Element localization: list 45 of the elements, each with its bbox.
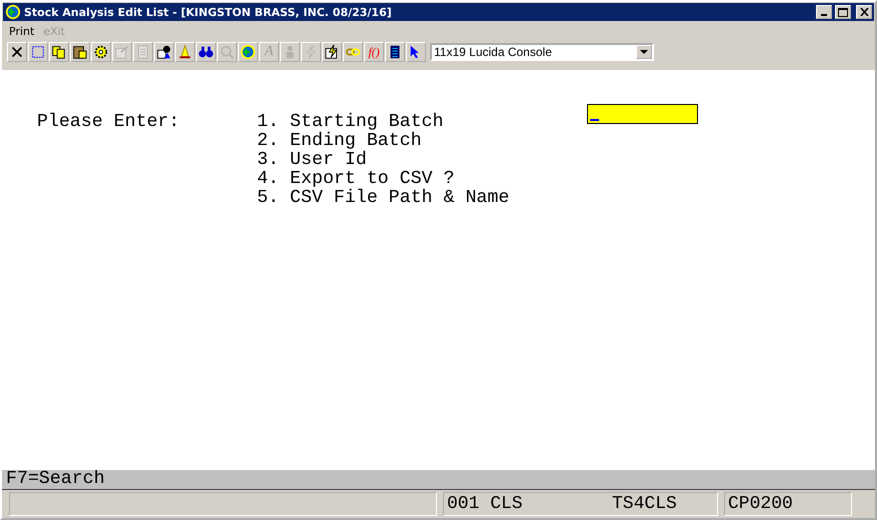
toolbar-button[interactable] [154, 42, 174, 62]
menu-option: 2. Ending Batch [257, 132, 587, 151]
toolbar-button[interactable] [28, 42, 48, 62]
app-globe-icon [5, 4, 21, 20]
input-field[interactable] [587, 104, 698, 124]
status-text: TS4CLS [611, 493, 677, 515]
lightning-document-icon [324, 44, 340, 60]
window-title: Stock Analysis Edit List - [KINGSTON BRASS, INC. 08/23/16] [24, 6, 393, 18]
toolbar-button[interactable] [322, 42, 342, 62]
person-document-icon [156, 44, 172, 60]
menu-item[interactable]: Print [9, 24, 34, 38]
menu-option: 5. CSV File Path & Name [257, 189, 587, 208]
menu-option: 4. Export to CSV ? [257, 170, 587, 189]
maximize-icon [838, 8, 848, 16]
copy-icon [51, 44, 67, 60]
close-icon [9, 44, 25, 60]
binoculars-icon [198, 44, 214, 60]
status-text: 001 CLS [446, 493, 524, 515]
function-button[interactable]: f() [364, 42, 384, 62]
text-cursor [590, 119, 599, 121]
selection-icon [30, 44, 46, 60]
globe-icon [240, 44, 256, 60]
toolbar-button[interactable] [91, 42, 111, 62]
toolbar-button[interactable] [7, 42, 27, 62]
maximize-button[interactable] [835, 5, 851, 19]
toolbar-button[interactable] [196, 42, 216, 62]
document-icon [135, 44, 151, 60]
toolbar-button[interactable] [70, 42, 90, 62]
toolbar-button[interactable] [406, 42, 426, 62]
minimize-button[interactable] [816, 5, 832, 19]
close-icon [860, 8, 868, 16]
prompt-label: Please Enter: [37, 113, 181, 134]
font-dropdown[interactable]: 11x19 Lucida Console [430, 43, 654, 61]
menu-option: 3. User Id [257, 151, 587, 170]
menu-option: 1. Starting Batch [257, 113, 587, 132]
search-icon [219, 44, 235, 60]
toolbar-button[interactable] [49, 42, 69, 62]
gear-icon [93, 44, 109, 60]
toolbar-button[interactable] [175, 42, 195, 62]
properties-icon [114, 44, 130, 60]
close-button[interactable] [856, 5, 872, 19]
paste-icon [72, 44, 88, 60]
status-text: CP0200 [724, 492, 852, 516]
toolbar-button[interactable] [385, 42, 405, 62]
hint-bar: F7=Search [2, 470, 875, 490]
